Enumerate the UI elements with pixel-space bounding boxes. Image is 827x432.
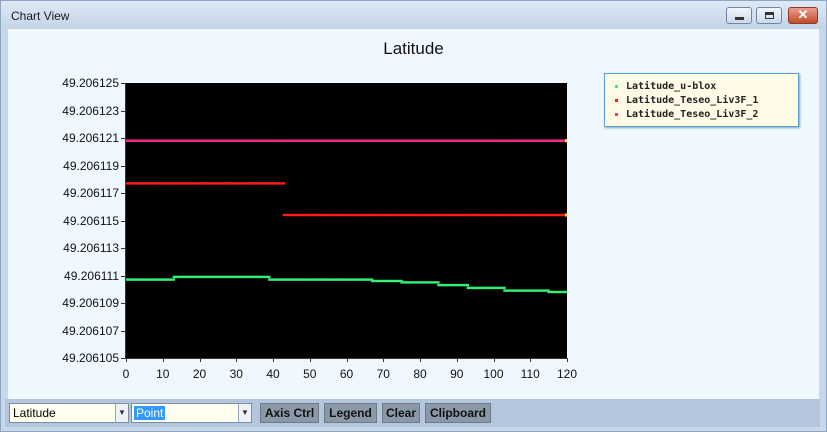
chevron-down-icon[interactable]: ▼	[238, 404, 251, 422]
minimize-icon	[735, 17, 744, 20]
y-tick-label: 49.206115	[63, 213, 119, 228]
x-tick-label: 60	[339, 367, 354, 381]
y-tick-mark	[121, 220, 125, 222]
legend-marker	[615, 98, 618, 102]
y-tick-label: 49.206109	[62, 296, 119, 310]
x-tick-mark	[567, 358, 568, 362]
maximize-button[interactable]	[756, 7, 782, 24]
x-tick-mark	[309, 358, 311, 362]
y-tick-mark	[121, 330, 125, 332]
x-tick-label: 100	[483, 367, 504, 381]
y-tick-mark	[121, 275, 125, 277]
x-tick-label: 80	[413, 367, 427, 381]
x-tick-label: 120	[556, 367, 578, 381]
series-select[interactable]: Latitude ▼	[9, 403, 129, 423]
x-tick-mark	[162, 358, 164, 362]
chevron-down-icon[interactable]: ▼	[115, 404, 128, 422]
legend-label: Latitude_Teseo_Liv3F_1	[626, 95, 759, 106]
maximize-icon	[765, 12, 774, 19]
x-tick-mark	[346, 358, 348, 362]
close-icon: ✕	[797, 7, 809, 22]
y-tick-mark	[121, 165, 125, 167]
series-Latitude_Teseo_Liv3F_2	[124, 139, 569, 142]
y-tick-label: 49.206113	[63, 241, 119, 255]
x-tick-label: 110	[520, 367, 540, 381]
x-tick-mark	[420, 358, 421, 362]
y-tick-label: 49.206111	[64, 268, 119, 283]
y-tick-label: 49.206119	[63, 158, 119, 173]
y-tick-mark	[121, 358, 125, 359]
y-tick-label: 49.206125	[62, 76, 119, 90]
x-tick-label: 0	[122, 367, 130, 381]
legend-marker	[615, 84, 618, 88]
legend-label: Latitude_Teseo_Liv3F_2	[626, 109, 759, 120]
latest-point-marker	[565, 139, 568, 143]
data-point	[282, 182, 286, 185]
y-tick-mark	[121, 138, 125, 139]
data-point	[268, 275, 271, 279]
y-tick-label: 49.206117	[63, 186, 119, 200]
x-tick-mark	[199, 358, 201, 362]
series-Latitude_u-blox	[124, 275, 569, 294]
x-tick-label: 20	[192, 367, 207, 381]
y-tick-mark	[121, 248, 125, 249]
plot-area[interactable]	[124, 83, 569, 358]
legend-marker	[615, 112, 618, 116]
data-point	[437, 281, 440, 284]
legend-label: Latitude_u-blox	[626, 81, 717, 92]
close-button[interactable]: ✕	[788, 7, 818, 24]
legend-button[interactable]: Legend	[324, 403, 377, 423]
clipboard-button[interactable]: Clipboard	[425, 403, 491, 423]
x-tick-mark	[493, 358, 495, 362]
plot-svg	[124, 139, 569, 294]
y-tick-label: 49.206123	[62, 103, 119, 118]
x-tick-mark	[383, 358, 385, 362]
chart-area: Latitude Latitude_u-blox Latitude_Teseo_…	[8, 29, 819, 399]
axis-ctrl-button[interactable]: Axis Ctrl	[260, 403, 319, 423]
minimize-button[interactable]	[726, 7, 752, 24]
x-tick-mark	[236, 358, 238, 362]
x-tick-mark	[273, 358, 274, 362]
y-tick-label: 49.206121	[62, 131, 119, 145]
y-tick-label: 49.206105	[62, 351, 119, 365]
x-tick-mark	[456, 358, 458, 362]
clear-button[interactable]: Clear	[382, 403, 420, 423]
legend[interactable]: Latitude_u-blox Latitude_Teseo_Liv3F_1 L…	[604, 73, 799, 127]
data-point	[172, 278, 175, 281]
x-tick-label: 50	[303, 367, 317, 381]
y-tick-mark	[121, 303, 125, 304]
chart-title: Latitude	[383, 39, 444, 58]
chart-toolbar: Latitude ▼ Point ▼ Axis Ctrl Legend Clea…	[5, 399, 820, 427]
x-tick-mark	[530, 358, 532, 362]
style-select-value: Point	[134, 406, 166, 420]
x-tick-label: 10	[156, 367, 170, 381]
y-tick-label: 49.206107	[62, 323, 119, 338]
title-bar[interactable]: Chart View ✕	[1, 1, 826, 29]
series-Latitude_Teseo_Liv3F_1	[124, 182, 569, 217]
x-tick-mark	[126, 358, 127, 362]
window-title: Chart View	[11, 9, 70, 23]
data-point	[503, 286, 506, 290]
chart-view-window: Chart View ✕ Latitude Latitude_u-blox La…	[0, 0, 827, 432]
series-select-value: Latitude	[13, 406, 56, 420]
y-tick-mark	[121, 193, 125, 194]
data-point	[565, 290, 569, 294]
x-tick-label: 70	[376, 367, 390, 381]
x-tick-label: 30	[229, 367, 243, 381]
style-select[interactable]: Point ▼	[131, 403, 252, 423]
legend-item-u-blox: Latitude_u-blox	[615, 81, 716, 92]
x-tick-label: 90	[450, 367, 464, 381]
x-tick-label: 40	[266, 367, 280, 381]
legend-item-teseo-2: Latitude_Teseo_Liv3F_2	[615, 109, 758, 120]
y-tick-mark	[121, 110, 125, 112]
legend-item-teseo-1: Latitude_Teseo_Liv3F_1	[615, 95, 758, 106]
y-tick-mark	[121, 83, 125, 84]
latest-point-marker	[565, 213, 568, 217]
data-point	[466, 283, 469, 287]
